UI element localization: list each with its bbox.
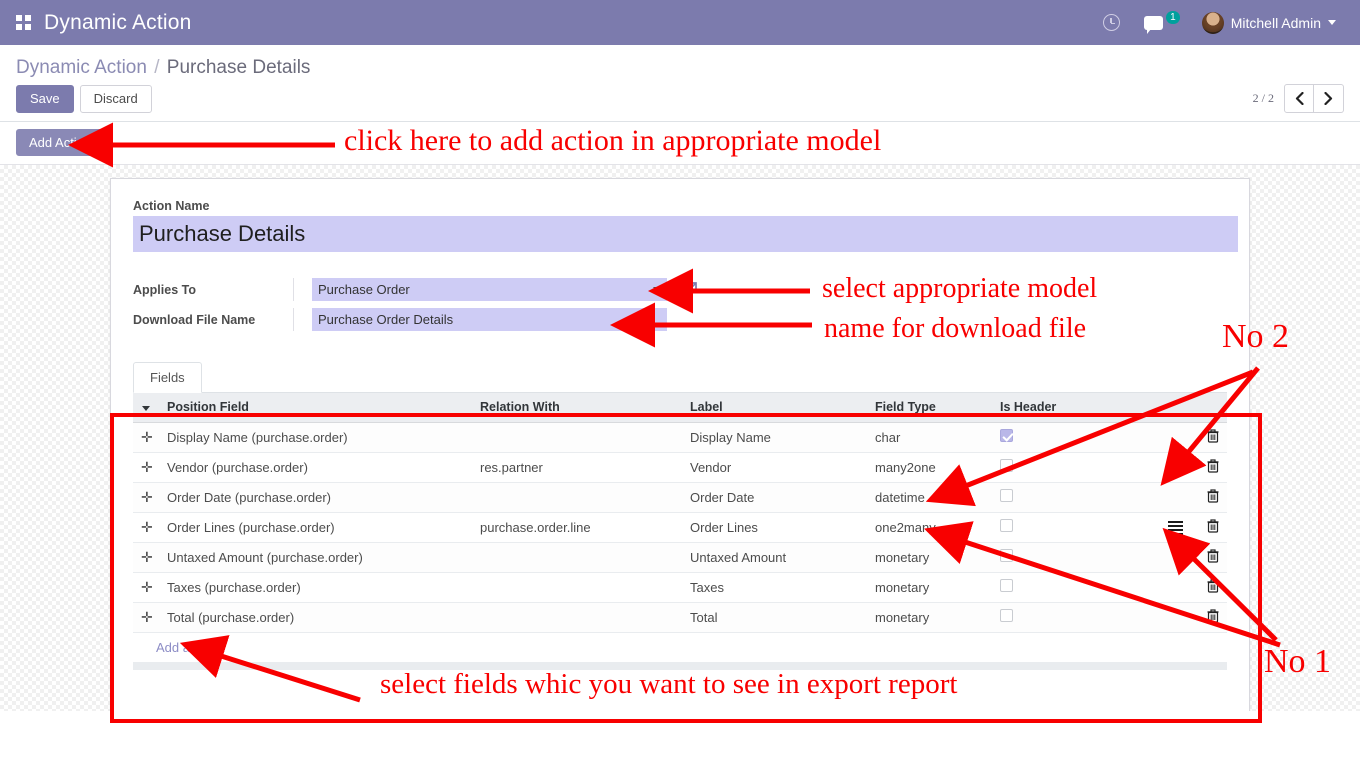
breadcrumb: Dynamic Action / Purchase Details bbox=[16, 45, 1344, 81]
chat-bubble-icon bbox=[1144, 15, 1164, 34]
activity-menu-button[interactable] bbox=[1091, 0, 1132, 45]
discard-button[interactable]: Discard bbox=[79, 84, 152, 113]
breadcrumb-root[interactable]: Dynamic Action bbox=[16, 57, 147, 78]
record-pager: 2 / 2 bbox=[1253, 84, 1344, 113]
action-name-input[interactable]: Purchase Details bbox=[133, 216, 1238, 252]
chevron-right-icon bbox=[1324, 92, 1333, 105]
chevron-down-icon bbox=[1328, 20, 1336, 25]
annotation-download-name: name for download file bbox=[824, 313, 1087, 344]
download-file-input[interactable]: Purchase Order Details bbox=[312, 308, 667, 331]
user-menu[interactable]: Mitchell Admin bbox=[1192, 0, 1350, 45]
applies-to-label: Applies To bbox=[133, 282, 196, 297]
annotation-no-1: No 1 bbox=[1264, 643, 1332, 680]
clock-icon bbox=[1103, 14, 1121, 31]
pager-count: 2 / 2 bbox=[1252, 91, 1274, 105]
control-panel: Dynamic Action / Purchase Details Save D… bbox=[0, 45, 1360, 122]
field-divider bbox=[293, 278, 294, 301]
navbar-right-group: 1 Mitchell Admin bbox=[1091, 0, 1350, 45]
tab-fields[interactable]: Fields bbox=[133, 362, 202, 393]
chevron-left-icon bbox=[1295, 92, 1304, 105]
app-brand-title: Dynamic Action bbox=[44, 10, 192, 34]
field-divider bbox=[293, 308, 294, 331]
annotation-no-2: No 2 bbox=[1222, 318, 1290, 355]
annotation-select-model: select appropriate model bbox=[822, 273, 1098, 304]
top-navbar: Dynamic Action 1 Mitchell Admin bbox=[0, 0, 1360, 45]
applies-to-value: Purchase Order bbox=[318, 282, 410, 297]
add-action-button[interactable]: Add Action bbox=[16, 129, 105, 156]
action-name-label: Action Name bbox=[133, 199, 210, 213]
messaging-menu-button[interactable]: 1 bbox=[1132, 0, 1192, 45]
apps-grid-icon[interactable] bbox=[16, 14, 32, 31]
applies-to-external-link-button[interactable] bbox=[681, 281, 698, 298]
chevron-down-icon bbox=[653, 287, 661, 292]
user-name-label: Mitchell Admin bbox=[1230, 14, 1321, 31]
annotation-add-action: click here to add action in appropriate … bbox=[344, 124, 882, 157]
download-file-label: Download File Name bbox=[133, 312, 256, 327]
applies-to-select[interactable]: Purchase Order bbox=[312, 278, 667, 301]
notebook-tabs: Fields bbox=[133, 361, 1227, 393]
pager-previous-button[interactable] bbox=[1284, 84, 1314, 113]
breadcrumb-current: Purchase Details bbox=[166, 57, 311, 78]
control-panel-buttons-row: Save Discard 2 / 2 bbox=[16, 81, 1344, 121]
caret-down-icon bbox=[142, 406, 150, 412]
save-button[interactable]: Save bbox=[16, 84, 74, 113]
messages-count-badge: 1 bbox=[1166, 11, 1180, 24]
breadcrumb-separator: / bbox=[154, 57, 160, 78]
avatar bbox=[1201, 11, 1224, 34]
annotation-select-fields: select fields whic you want to see in ex… bbox=[380, 668, 958, 700]
pager-next-button[interactable] bbox=[1314, 84, 1344, 113]
external-link-icon bbox=[682, 282, 697, 297]
